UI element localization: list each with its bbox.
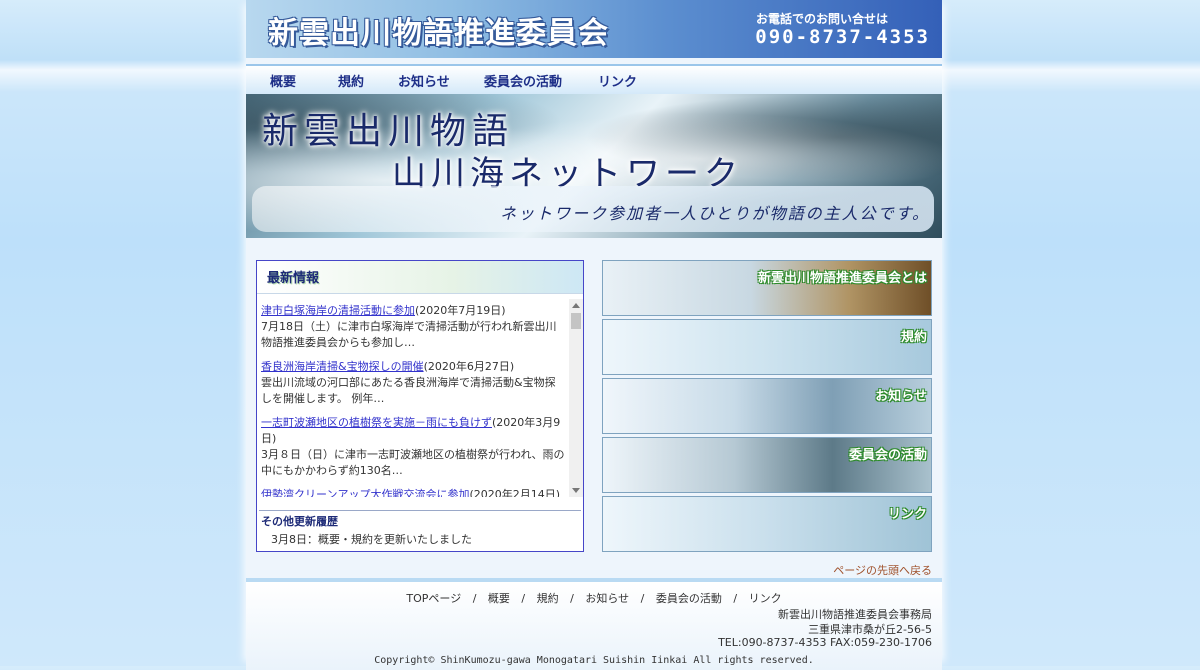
footer-link-top[interactable]: TOPページ <box>406 592 461 605</box>
news-link[interactable]: 一志町波瀬地区の植樹祭を実施－雨にも負けず <box>261 416 492 429</box>
tel-number: 090-8737-4353 <box>755 26 930 48</box>
news-summary: 雲出川流域の河口部にあたる香良洲海岸で清掃活動&宝物探しを開催します。 例年… <box>261 376 556 405</box>
nav-item-rules[interactable]: 規約 <box>338 71 364 90</box>
footer-separator: / <box>472 592 477 605</box>
news-summary: 3月８日（日）に津市一志町波瀬地区の植樹祭が行われ、雨の中にもかかわらず約130… <box>261 448 565 477</box>
news-link[interactable]: 津市白塚海岸の清掃活動に参加 <box>261 304 415 317</box>
side-menu-label: リンク <box>887 507 927 522</box>
latest-news-panel: 最新情報 津市白塚海岸の清掃活動に参加(2020年7月19日) 7月18日（土）… <box>256 260 584 552</box>
copyright: Copyright© ShinKumozu-gawa Monogatari Su… <box>374 655 814 666</box>
footer-separator: / <box>733 592 738 605</box>
page-top-link[interactable]: ページの先頭へ戻る <box>833 562 932 578</box>
news-date: (2020年7月19日) <box>415 304 506 317</box>
side-menu-label: お知らせ <box>875 389 927 404</box>
site-title[interactable]: 新雲出川物語推進委員会 <box>268 8 609 52</box>
news-link[interactable]: 伊勢湾クリーンアップ大作戦交流会に参加 <box>261 488 469 497</box>
news-date: (2020年2月14日) <box>469 488 561 497</box>
side-menu-news[interactable]: お知らせ <box>602 378 932 434</box>
news-heading: 最新情報 <box>267 271 320 286</box>
news-scroll-area[interactable]: 津市白塚海岸の清掃活動に参加(2020年7月19日) 7月18日（土）に津市白塚… <box>261 299 583 497</box>
nav-item-links[interactable]: リンク <box>598 71 637 90</box>
footer-link-activities[interactable]: 委員会の活動 <box>656 592 722 605</box>
other-updates-text: 3月8日：概要・規約を更新いたしました <box>271 533 472 546</box>
footer-separator: / <box>521 592 526 605</box>
office-contact: TEL:090-8737-4353 FAX:059-230-1706 <box>718 636 932 649</box>
footer-separator: / <box>640 592 645 605</box>
side-menu-about[interactable]: 新雲出川物語推進委員会とは <box>602 260 932 316</box>
list-item: 一志町波瀬地区の植樹祭を実施－雨にも負けず(2020年3月9日) 3月８日（日）… <box>261 415 565 479</box>
footer-nav: TOPページ / 概要 / 規約 / お知らせ / 委員会の活動 / リンク <box>246 590 942 606</box>
side-menu-label: 新雲出川物語推進委員会とは <box>757 271 927 286</box>
office-address: 三重県津市桑が丘2-56-5 <box>808 623 932 636</box>
list-item: 津市白塚海岸の清掃活動に参加(2020年7月19日) 7月18日（土）に津市白塚… <box>261 303 565 351</box>
tel-label: お電話でのお問い合せは <box>755 12 888 26</box>
list-item: 伊勢湾クリーンアップ大作戦交流会に参加(2020年2月14日) <box>261 487 565 497</box>
scroll-down-icon[interactable] <box>572 488 580 493</box>
footer-link-overview[interactable]: 概要 <box>488 592 510 605</box>
side-menu-activities[interactable]: 委員会の活動 <box>602 437 932 493</box>
scroll-up-icon[interactable] <box>572 303 580 308</box>
divider <box>259 510 581 511</box>
news-list: 津市白塚海岸の清掃活動に参加(2020年7月19日) 7月18日（土）に津市白塚… <box>261 303 565 497</box>
scroll-thumb[interactable] <box>571 313 581 329</box>
side-menu-rules[interactable]: 規約 <box>602 319 932 375</box>
footer-link-links[interactable]: リンク <box>749 592 782 605</box>
footer-separator: / <box>570 592 574 605</box>
news-scrollbar[interactable] <box>569 299 583 497</box>
global-nav: 概要 規約 お知らせ 委員会の活動 リンク <box>246 64 942 96</box>
footer-link-news[interactable]: お知らせ <box>585 592 629 605</box>
nav-item-overview[interactable]: 概要 <box>270 71 296 90</box>
office-name: 新雲出川物語推進委員会事務局 <box>778 608 932 621</box>
news-summary: 7月18日（土）に津市白塚海岸で清掃活動が行われ新雲出川物語推進委員会からも参加… <box>261 320 557 349</box>
footer-link-rules[interactable]: 規約 <box>537 592 559 605</box>
news-date: (2020年6月27日) <box>423 360 515 373</box>
side-menu-label: 規約 <box>900 330 927 345</box>
side-menu-links[interactable]: リンク <box>602 496 932 552</box>
list-item: 香良洲海岸清掃&宝物探しの開催(2020年6月27日) 雲出川流域の河口部にあた… <box>261 359 565 407</box>
side-menu-label: 委員会の活動 <box>848 448 927 463</box>
hero-banner: 新雲出川物語 山川海ネットワーク ネットワーク参加者一人ひとりが物語の主人公です… <box>246 94 942 238</box>
banner-tagline: ネットワーク参加者一人ひとりが物語の主人公です。 <box>500 204 930 223</box>
news-link[interactable]: 香良洲海岸清掃&宝物探しの開催 <box>261 360 424 373</box>
news-header: 最新情報 <box>257 261 583 294</box>
nav-item-news[interactable]: お知らせ <box>398 71 450 90</box>
other-updates-heading: その他更新履歴 <box>261 515 338 528</box>
page-container: 新雲出川物語推進委員会 お電話でのお問い合せは 090-8737-4353 概要… <box>246 0 942 670</box>
nav-item-activities[interactable]: 委員会の活動 <box>484 71 562 90</box>
site-header: 新雲出川物語推進委員会 お電話でのお問い合せは 090-8737-4353 <box>246 0 942 58</box>
